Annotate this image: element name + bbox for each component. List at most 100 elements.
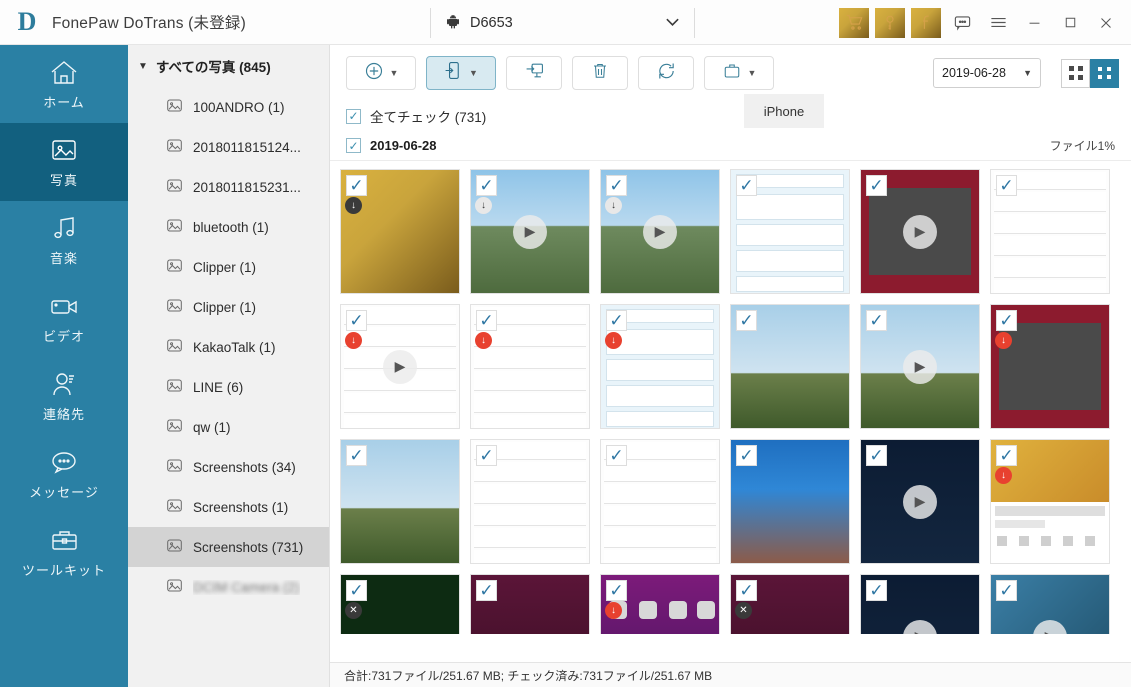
toolkit-button[interactable]: ▼ <box>704 56 774 90</box>
album-list-item[interactable]: Screenshots (731) <box>128 527 329 567</box>
thumbnail-checkbox[interactable]: ✓ <box>606 310 627 331</box>
sidebar-item-messages[interactable]: メッセージ <box>0 435 128 513</box>
thumbnail-checkbox[interactable]: ✓ <box>736 175 757 196</box>
thumbnail-item[interactable]: ✓▶ <box>990 574 1110 634</box>
album-list-item[interactable]: Clipper (1) <box>128 287 329 327</box>
thumbnail-item[interactable]: ✓▶ <box>860 304 980 429</box>
delete-button[interactable] <box>572 56 628 90</box>
thumbnail-checkbox[interactable]: ✓ <box>996 445 1017 466</box>
thumbnail-checkbox[interactable]: ✓ <box>736 445 757 466</box>
album-list-item[interactable]: 2018011815231... <box>128 167 329 207</box>
thumbnail-item[interactable]: ✓▶ <box>860 439 980 564</box>
check-all-row[interactable]: ✓ 全てチェック (731) <box>330 101 1131 131</box>
thumbnail-checkbox[interactable]: ✓ <box>866 445 887 466</box>
sidebar-item-toolkit[interactable]: ツールキット <box>0 513 128 591</box>
thumbnail-checkbox[interactable]: ✓ <box>476 445 497 466</box>
check-all-checkbox[interactable]: ✓ <box>346 108 361 124</box>
sidebar-item-contacts[interactable]: 連絡先 <box>0 357 128 435</box>
date-group-checkbox[interactable]: ✓ <box>346 138 361 153</box>
thumbnail-item[interactable]: ✓▶ <box>860 169 980 294</box>
key-icon[interactable] <box>875 7 905 38</box>
album-list-item[interactable]: 100ANDRO (1) <box>128 87 329 127</box>
thumbnail-item[interactable]: ✓ <box>990 169 1110 294</box>
cart-icon[interactable] <box>839 7 869 38</box>
thumbnail-item[interactable]: ✓ <box>600 439 720 564</box>
thumbnail-checkbox[interactable]: ✓ <box>346 175 367 196</box>
add-button[interactable]: ▼ <box>346 56 416 90</box>
thumbnail-item[interactable]: ✓ ↓ <box>990 304 1110 429</box>
album-list-item[interactable]: Clipper (1) <box>128 247 329 287</box>
thumbnail-item[interactable]: ✓ <box>470 574 590 634</box>
sidebar-item-home[interactable]: ホーム <box>0 45 128 123</box>
sidebar-item-video[interactable]: ビデオ <box>0 279 128 357</box>
close-icon[interactable] <box>1091 8 1121 38</box>
thumbnail-item[interactable]: ✓ ↓ <box>600 304 720 429</box>
album-list-item[interactable]: 2018011815124... <box>128 127 329 167</box>
thumbnail-checkbox[interactable]: ✓ <box>606 445 627 466</box>
chevron-down-icon[interactable]: ▼ <box>469 68 478 78</box>
thumbnail-checkbox[interactable]: ✓ <box>866 580 887 601</box>
thumbnail-item[interactable]: ✓ <box>730 304 850 429</box>
thumbnail-checkbox[interactable]: ✓ <box>476 580 497 601</box>
album-list-item[interactable]: Screenshots (1) <box>128 487 329 527</box>
thumbnail-item[interactable]: ✓ ↓ <box>470 304 590 429</box>
thumbnail-item[interactable]: ✓ <box>730 439 850 564</box>
thumbnail-checkbox[interactable]: ✓ <box>996 310 1017 331</box>
export-to-pc-button[interactable] <box>506 56 562 90</box>
thumbnail-checkbox[interactable]: ✓ <box>736 310 757 331</box>
thumbnail-checkbox[interactable]: ✓ <box>476 175 497 196</box>
chevron-down-icon[interactable] <box>665 14 680 32</box>
feedback-icon[interactable] <box>947 8 977 38</box>
chevron-down-icon[interactable]: ▼ <box>390 68 399 78</box>
thumbnail-checkbox[interactable]: ✓ <box>996 580 1017 601</box>
facebook-icon[interactable] <box>911 7 941 38</box>
thumbnail-item[interactable]: ✓ <box>340 439 460 564</box>
thumbnail-checkbox[interactable]: ✓ <box>606 175 627 196</box>
triangle-down-icon[interactable]: ▼ <box>138 61 148 72</box>
thumbnail-checkbox[interactable]: ✓ <box>736 580 757 601</box>
album-list-item[interactable]: Screenshots (34) <box>128 447 329 487</box>
play-icon[interactable]: ▶ <box>383 349 417 384</box>
chevron-down-icon[interactable]: ▼ <box>1023 68 1032 78</box>
chevron-down-icon[interactable]: ▼ <box>748 68 757 78</box>
thumbnail-item[interactable]: ✓ ↓ <box>600 574 720 634</box>
thumbnail-checkbox[interactable]: ✓ <box>346 310 367 331</box>
play-icon[interactable]: ▶ <box>903 484 937 519</box>
thumbnail-item[interactable]: ✓ ↓ <box>990 439 1110 564</box>
play-icon[interactable]: ▶ <box>643 214 677 249</box>
export-to-device-button[interactable]: ▼ <box>426 56 496 90</box>
thumbnail-checkbox[interactable]: ✓ <box>606 580 627 601</box>
album-list-item[interactable]: LINE (6) <box>128 367 329 407</box>
thumbnail-checkbox[interactable]: ✓ <box>346 445 367 466</box>
maximize-icon[interactable] <box>1055 8 1085 38</box>
export-dropdown-menu[interactable]: iPhone <box>744 94 824 128</box>
refresh-button[interactable] <box>638 56 694 90</box>
thumbnail-checkbox[interactable]: ✓ <box>866 310 887 331</box>
view-mode-large[interactable] <box>1061 58 1090 88</box>
thumbnail-item[interactable]: ✓ ↓ ▶ <box>470 169 590 294</box>
album-list-item[interactable]: KakaoTalk (1) <box>128 327 329 367</box>
device-selector[interactable]: D6653 <box>430 8 695 38</box>
sidebar-item-photos[interactable]: 写真 <box>0 123 128 201</box>
dropdown-item-iphone[interactable]: iPhone <box>764 104 804 119</box>
thumbnail-item[interactable]: ✓▶ <box>860 574 980 634</box>
thumbnail-item[interactable]: ✓ <box>470 439 590 564</box>
thumbnail-item[interactable]: ✓ ↓ ▶ <box>340 304 460 429</box>
thumbnail-item[interactable]: ✓ ↓ <box>340 169 460 294</box>
album-list-item[interactable]: qw (1) <box>128 407 329 447</box>
thumbnail-item[interactable]: ✓ <box>730 169 850 294</box>
sidebar-item-music[interactable]: 音楽 <box>0 201 128 279</box>
thumbnail-item[interactable]: ✓ ✕ <box>340 574 460 634</box>
play-icon[interactable]: ▶ <box>903 349 937 384</box>
thumbnail-item[interactable]: ✓ ↓ ▶ <box>600 169 720 294</box>
minimize-icon[interactable] <box>1019 8 1049 38</box>
album-list-item[interactable]: bluetooth (1) <box>128 207 329 247</box>
menu-icon[interactable] <box>983 8 1013 38</box>
play-icon[interactable]: ▶ <box>903 214 937 249</box>
thumbnail-checkbox[interactable]: ✓ <box>476 310 497 331</box>
album-list-header[interactable]: ▼ すべての写真 (845) <box>128 45 329 87</box>
play-icon[interactable]: ▶ <box>513 214 547 249</box>
thumbnail-checkbox[interactable]: ✓ <box>866 175 887 196</box>
date-filter-select[interactable]: 2019-06-28 ▼ <box>933 58 1041 88</box>
view-mode-small[interactable] <box>1090 58 1119 88</box>
